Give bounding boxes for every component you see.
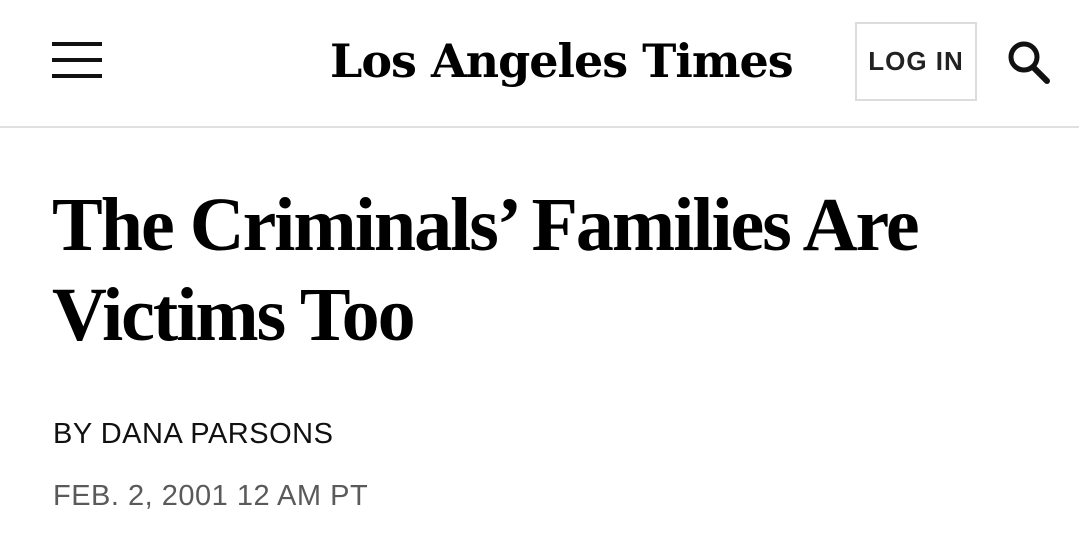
menu-bar-middle (52, 58, 102, 62)
site-header: Los Angeles Times LOG IN (0, 0, 1079, 128)
hamburger-menu-icon[interactable] (52, 42, 104, 80)
menu-bar-bottom (52, 74, 102, 78)
search-icon[interactable] (1004, 38, 1054, 86)
menu-bar-top (52, 42, 102, 46)
article-date: FEB. 2, 2001 12 AM PT (53, 480, 369, 512)
site-logo[interactable]: Los Angeles Times (330, 30, 794, 92)
article-headline: The Criminals’ Families Are Victims Too (52, 183, 920, 357)
article-byline[interactable]: BY DANA PARSONS (53, 418, 333, 451)
login-button[interactable]: LOG IN (855, 22, 977, 101)
